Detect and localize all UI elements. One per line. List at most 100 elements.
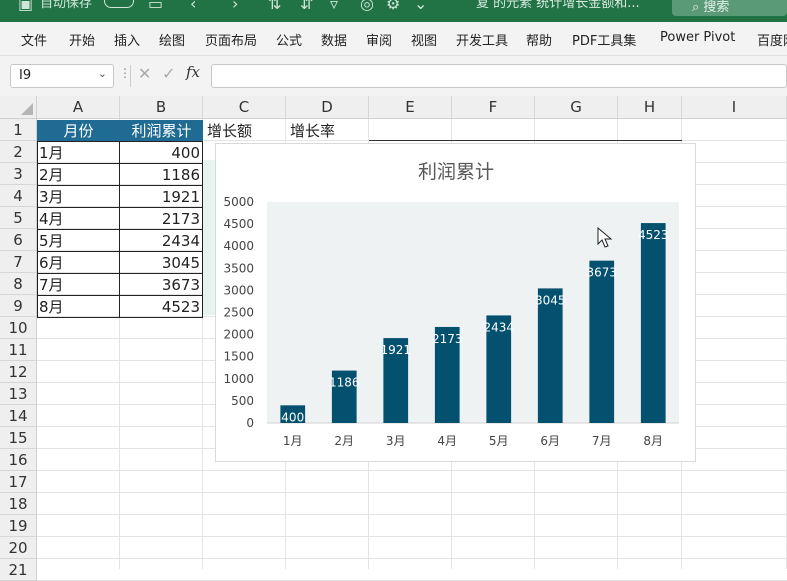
tab-power-pivot[interactable]: Power Pivot <box>660 30 735 45</box>
tab-review[interactable]: 审阅 <box>366 30 392 49</box>
row-header-21[interactable]: 21 <box>0 559 37 581</box>
cell-A6[interactable]: 5月 <box>37 230 120 252</box>
select-all-button[interactable] <box>0 96 37 119</box>
customize-qat-icon[interactable]: ⌄ <box>414 0 427 13</box>
name-box[interactable]: I9 ⌄ <box>10 64 114 88</box>
insert-function-icon[interactable]: fx <box>186 63 200 81</box>
row-gridline <box>37 514 787 515</box>
row-header-5[interactable]: 5 <box>0 207 37 229</box>
confirm-icon[interactable]: ✓ <box>162 64 175 83</box>
mouse-pointer-icon <box>597 227 613 248</box>
profit-chart[interactable]: 利润累计 0 500 1000 1500 2000 2500 3000 3500 4000 4500… <box>215 143 696 462</box>
y-tick-label: 2000 <box>223 328 254 342</box>
formula-input[interactable] <box>211 64 787 88</box>
tab-help[interactable]: 帮助 <box>526 30 552 49</box>
data-label: 2434 <box>483 320 514 334</box>
row-header-15[interactable]: 15 <box>0 427 37 449</box>
column-header-H[interactable]: H <box>618 96 682 119</box>
cell-C1[interactable]: 增长额 <box>205 120 285 142</box>
undo-icon[interactable]: ‹ <box>190 0 196 13</box>
column-header-C[interactable]: C <box>203 96 286 119</box>
row-header-20[interactable]: 20 <box>0 537 37 559</box>
cell-B2[interactable]: 400 <box>120 142 203 164</box>
x-tick-label: 2月 <box>334 434 354 448</box>
tab-draw[interactable]: 绘图 <box>159 30 185 49</box>
sort-za-icon[interactable]: ⇵ <box>300 0 313 13</box>
row-header-8[interactable]: 8 <box>0 273 37 295</box>
document-title: 复 的元素 统计增长金额和... <box>476 0 640 11</box>
column-header-A[interactable]: A <box>37 96 120 119</box>
search-label: 搜索 <box>703 0 730 15</box>
y-tick-label: 1500 <box>223 350 254 364</box>
row-header-6[interactable]: 6 <box>0 229 37 251</box>
tab-formulas[interactable]: 公式 <box>276 30 302 49</box>
search-icon: ⌕ <box>692 0 704 15</box>
tab-baidu[interactable]: 百度网 <box>757 30 787 49</box>
format-icon[interactable]: ⚙ <box>386 0 400 13</box>
title-bar: ▣ 自动保存 ▭ ‹ › ⇅ ⇵ ▿ ◎ ⚙ ⌄ 复 的元素 统计增长金额和..… <box>0 0 787 22</box>
cell-B5[interactable]: 2173 <box>120 208 203 230</box>
column-header-B[interactable]: B <box>120 96 203 119</box>
row-header-4[interactable]: 4 <box>0 185 37 207</box>
row-header-19[interactable]: 19 <box>0 515 37 537</box>
row-header-11[interactable]: 11 <box>0 339 37 361</box>
row-gridline <box>37 558 787 559</box>
row-header-7[interactable]: 7 <box>0 251 37 273</box>
row-header-14[interactable]: 14 <box>0 405 37 427</box>
cell-A2[interactable]: 1月 <box>37 142 120 164</box>
tab-view[interactable]: 视图 <box>411 30 437 49</box>
row-header-18[interactable]: 18 <box>0 493 37 515</box>
sort-icon[interactable]: ⇅ <box>268 0 281 13</box>
row-gridline <box>37 536 787 537</box>
tab-page-layout[interactable]: 页面布局 <box>205 30 257 49</box>
row-header-13[interactable]: 13 <box>0 383 37 405</box>
cell-A1[interactable]: 月份 <box>37 120 120 142</box>
redo-icon[interactable]: › <box>232 0 238 13</box>
tab-pdf-tools[interactable]: PDF工具集 <box>572 30 636 49</box>
cell-A4[interactable]: 3月 <box>37 186 120 208</box>
worksheet-grid[interactable]: ABCDEFGHI 1 2 3 4 5 6 7 8 9 10 11 12 13 14 15 16 17 18 19 2… <box>0 96 787 581</box>
cell-B7[interactable]: 3045 <box>120 252 203 274</box>
column-header-E[interactable]: E <box>369 96 452 119</box>
row-header-1[interactable]: 1 <box>0 119 37 141</box>
column-header-D[interactable]: D <box>286 96 369 119</box>
table-border <box>37 163 203 164</box>
cell-D1[interactable]: 增长率 <box>288 120 368 142</box>
search-box[interactable]: ⌕ 搜索 <box>672 0 787 16</box>
column-header-F[interactable]: F <box>452 96 535 119</box>
cell-B1[interactable]: 利润累计 <box>120 120 203 142</box>
autosave-toggle[interactable] <box>104 0 134 8</box>
save-icon[interactable]: ▭ <box>148 0 163 13</box>
tab-data[interactable]: 数据 <box>321 30 347 49</box>
row-header-12[interactable]: 12 <box>0 361 37 383</box>
tab-home[interactable]: 开始 <box>69 30 95 49</box>
cell-B3[interactable]: 1186 <box>120 164 203 186</box>
camera-icon[interactable]: ◎ <box>360 0 374 13</box>
autosave-label: 自动保存 <box>40 0 93 11</box>
cell-B8[interactable]: 3673 <box>120 274 203 296</box>
cell-B6[interactable]: 2434 <box>120 230 203 252</box>
column-header-G[interactable]: G <box>535 96 618 119</box>
filter-icon[interactable]: ▿ <box>330 0 338 13</box>
chevron-down-icon[interactable]: ⌄ <box>98 67 107 80</box>
cell-B9[interactable]: 4523 <box>120 296 203 318</box>
row-header-16[interactable]: 16 <box>0 449 37 471</box>
row-header-2[interactable]: 2 <box>0 141 37 163</box>
cell-A8[interactable]: 7月 <box>37 274 120 296</box>
cell-A3[interactable]: 2月 <box>37 164 120 186</box>
tab-developer[interactable]: 开发工具 <box>456 30 508 49</box>
cell-A9[interactable]: 8月 <box>37 296 120 318</box>
row-header-3[interactable]: 3 <box>0 163 37 185</box>
tab-file[interactable]: 文件 <box>21 30 47 49</box>
cell-B4[interactable]: 1921 <box>120 186 203 208</box>
tab-insert[interactable]: 插入 <box>114 30 140 49</box>
cancel-icon[interactable]: ✕ <box>138 64 151 83</box>
row-header-17[interactable]: 17 <box>0 471 37 493</box>
row-header-10[interactable]: 10 <box>0 317 37 339</box>
cell-A5[interactable]: 4月 <box>37 208 120 230</box>
row-header-9[interactable]: 9 <box>0 295 37 317</box>
data-label: 1921 <box>380 343 411 357</box>
cell-A7[interactable]: 6月 <box>37 252 120 274</box>
column-header-I[interactable]: I <box>682 96 787 119</box>
data-label: 400 <box>281 410 304 424</box>
